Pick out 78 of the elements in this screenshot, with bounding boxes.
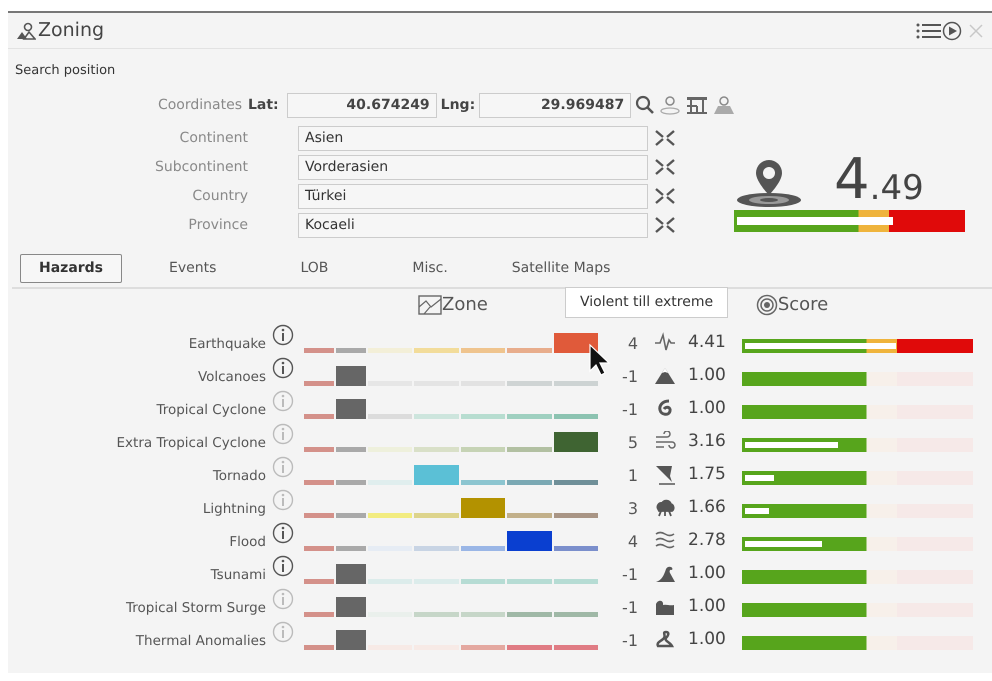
cloud-icon (654, 496, 676, 518)
hazard-name: Lightning (202, 500, 266, 520)
score-value: 1.00 (688, 562, 727, 585)
info-icon[interactable] (272, 554, 294, 576)
menu-icon[interactable] (916, 22, 942, 40)
info-icon[interactable] (272, 324, 294, 346)
tab[interactable]: Events (150, 254, 236, 282)
field-label: Subcontinent (154, 158, 249, 176)
score-value: 4.41 (688, 331, 727, 354)
column-header: Zone (442, 293, 488, 317)
tab[interactable]: LOB (281, 254, 348, 282)
pin-icon[interactable] (659, 95, 682, 115)
hazard-name: Volcanoes (196, 368, 266, 388)
field-label: Coordinates (156, 96, 243, 114)
location-field[interactable]: Kocaeli (298, 212, 648, 238)
tab[interactable]: Misc. (393, 254, 467, 282)
zone-value: 5 (626, 432, 639, 454)
collapse-icon[interactable] (654, 215, 676, 235)
hazard-name: Flood (228, 533, 266, 552)
serpent-icon (654, 628, 676, 650)
latitude-field[interactable]: 40.674249 (286, 92, 437, 118)
zone-value: 3 (626, 498, 639, 520)
field-label: Country (191, 186, 249, 206)
score-value: 1.75 (688, 463, 727, 486)
info-icon[interactable] (272, 522, 294, 544)
waves-icon (654, 530, 676, 552)
collapse-icon[interactable] (654, 157, 676, 177)
zone-value: 4 (626, 332, 639, 354)
people-pin-icon (16, 22, 36, 40)
longitude-field[interactable]: 29.969487 (479, 92, 632, 118)
zone-value: 1 (626, 464, 639, 486)
field-label: Continent (178, 128, 249, 148)
target-icon (756, 294, 778, 316)
play-icon[interactable] (942, 20, 962, 40)
score-value: 3.16 (688, 430, 727, 453)
location-field[interactable]: Türkei (298, 184, 648, 208)
search-icon[interactable] (635, 95, 656, 115)
zone-value: -1 (621, 596, 639, 618)
hazard-name: Earthquake (188, 335, 266, 354)
cursor-icon (588, 343, 612, 377)
location-target-icon (734, 158, 804, 208)
map-pin-icon[interactable] (713, 95, 736, 115)
column-header: Score (778, 293, 828, 317)
score-integer: 4 (834, 152, 870, 208)
score-value: 1.00 (688, 364, 727, 387)
zone-value: -1 (621, 564, 639, 586)
tab[interactable]: Hazards (20, 254, 122, 282)
score-value: 1.66 (688, 496, 727, 519)
zone-value: -1 (621, 366, 639, 388)
score-value: 1.00 (688, 397, 727, 420)
score-value: 2.78 (688, 529, 727, 552)
collapse-icon[interactable] (654, 128, 676, 148)
info-icon[interactable] (272, 356, 294, 378)
score-decimals: .49 (870, 170, 924, 208)
map-icon (418, 294, 442, 314)
tab[interactable]: Satellite Maps (492, 254, 630, 282)
hierarchy-icon[interactable] (685, 95, 710, 115)
zone-value: -1 (621, 398, 639, 420)
wedge-icon (654, 464, 676, 486)
score-value: 1.00 (688, 628, 727, 651)
tooltip: Violent till extreme (565, 287, 728, 318)
field-label: Lng: (440, 96, 476, 114)
hazard-name: Tsunami (210, 566, 266, 586)
zone-value: -1 (621, 630, 639, 652)
hazard-name: Thermal Anomalies (134, 632, 266, 652)
hazard-name: Tornado (212, 467, 266, 486)
hazard-name: Extra Tropical Cyclone (116, 434, 266, 454)
score-value: 1.00 (688, 595, 727, 618)
hazard-name: Tropical Storm Surge (124, 599, 266, 618)
collapse-icon[interactable] (654, 186, 676, 206)
zone-value: 4 (626, 530, 639, 552)
hazard-name: Tropical Cyclone (155, 401, 266, 420)
window-title: Zoning (38, 18, 104, 44)
field-label: Lat: (248, 96, 279, 114)
location-field[interactable]: Vorderasien (298, 154, 648, 180)
field-label: Province (187, 216, 249, 234)
section-heading: Search position (14, 62, 116, 80)
location-field[interactable]: Asien (298, 126, 648, 150)
